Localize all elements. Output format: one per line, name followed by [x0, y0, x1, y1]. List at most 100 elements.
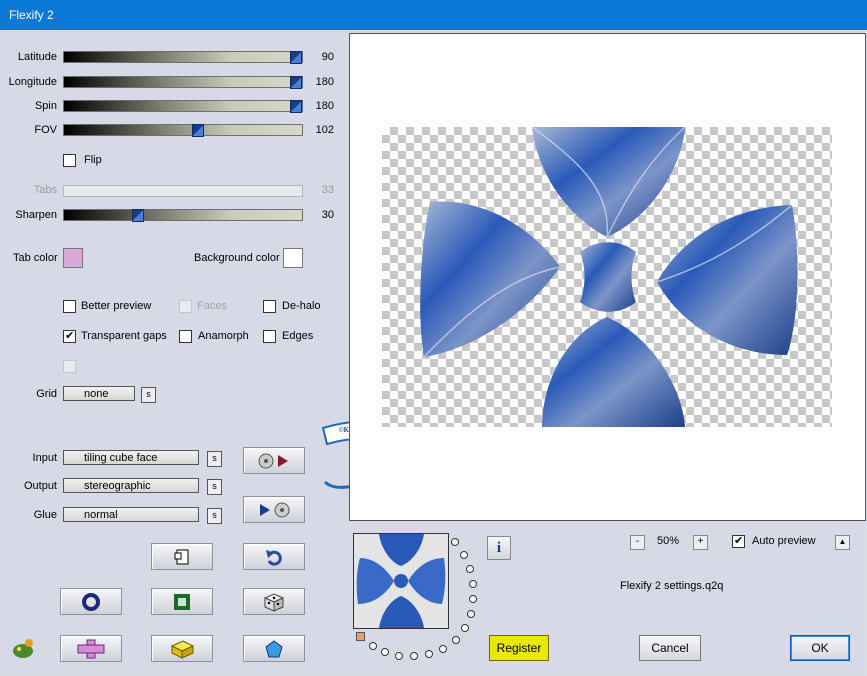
de-halo-checkbox[interactable]	[263, 300, 276, 313]
copy-button[interactable]	[151, 543, 213, 570]
zoom-out-button[interactable]: -	[630, 535, 645, 550]
sharpen-value: 30	[321, 209, 334, 221]
output-label: Output	[23, 480, 57, 492]
navigator-thumbnail[interactable]	[353, 533, 449, 629]
navigator-dot[interactable]	[410, 652, 418, 660]
latitude-slider-thumb[interactable]	[290, 51, 302, 64]
auto-preview-checkbox[interactable]	[732, 534, 745, 548]
cancel-button[interactable]: Cancel	[639, 635, 701, 661]
navigator-dot[interactable]	[461, 624, 469, 632]
grid-select[interactable]: none	[63, 386, 135, 401]
transparent-gaps-checkbox[interactable]	[63, 329, 76, 343]
info-button[interactable]: i	[487, 536, 511, 560]
navigator-dot[interactable]	[425, 650, 433, 658]
pentagon-icon	[265, 639, 283, 657]
settings-filename: Flexify 2 settings.q2q	[620, 580, 724, 592]
better-preview-label: Better preview	[81, 300, 152, 312]
window-title: Flexify 2	[9, 8, 54, 22]
longitude-value: 180	[315, 76, 334, 88]
navigator-image	[354, 534, 448, 628]
navigator-dot[interactable]	[395, 652, 403, 660]
edges-label: Edges	[282, 330, 314, 342]
fov-slider[interactable]	[63, 124, 303, 137]
cube-icon	[170, 639, 195, 659]
save-preset-button[interactable]	[243, 496, 305, 523]
navigator-dot[interactable]	[439, 645, 447, 653]
latitude-value: 90	[321, 51, 334, 63]
undo-button[interactable]	[243, 543, 305, 570]
load-preset-button[interactable]	[243, 447, 305, 474]
random-button[interactable]	[243, 588, 305, 615]
undo-icon	[266, 549, 282, 566]
sharpen-slider-thumb[interactable]	[132, 209, 144, 222]
grid-s-button[interactable]: s	[141, 387, 156, 403]
anamorph-checkbox[interactable]	[179, 330, 192, 343]
transparent-gaps-label: Transparent gaps	[81, 330, 167, 342]
tab-color-label: Tab color	[13, 252, 58, 264]
navigator-dot[interactable]	[381, 648, 389, 656]
latitude-slider[interactable]	[63, 51, 303, 64]
window-titlebar: Flexify 2	[0, 0, 867, 30]
fov-label: FOV	[34, 124, 57, 136]
tab-color-swatch[interactable]	[63, 248, 83, 268]
glue-s-button[interactable]: s	[207, 508, 222, 524]
spin-slider-thumb[interactable]	[290, 100, 302, 113]
pentagon-button[interactable]	[243, 635, 305, 662]
sharpen-slider[interactable]	[63, 209, 303, 222]
play-to-disk-icon	[260, 502, 290, 517]
flip-checkbox[interactable]	[63, 154, 76, 167]
flip-label: Flip	[84, 154, 102, 166]
fov-slider-thumb[interactable]	[192, 124, 204, 137]
cross-button[interactable]	[60, 635, 122, 662]
navigator-dot[interactable]	[452, 636, 460, 644]
copy-icon	[174, 549, 189, 564]
navigator-dot[interactable]	[469, 580, 477, 588]
longitude-label: Longitude	[8, 76, 57, 88]
glue-select[interactable]: normal	[63, 507, 199, 522]
ring-button[interactable]	[60, 588, 122, 615]
faces-label: Faces	[197, 300, 227, 312]
input-select[interactable]: tiling cube face	[63, 450, 199, 465]
cube-button[interactable]	[151, 635, 213, 662]
edges-checkbox[interactable]	[263, 330, 276, 343]
navigator-dot[interactable]	[369, 642, 377, 650]
cross-icon	[77, 639, 105, 658]
latitude-label: Latitude	[17, 51, 57, 63]
spin-label: Spin	[34, 100, 57, 112]
tabs-slider	[63, 185, 303, 197]
ring-icon	[82, 592, 100, 611]
better-preview-checkbox[interactable]	[63, 300, 76, 313]
navigator-dot[interactable]	[467, 610, 475, 618]
longitude-slider-thumb[interactable]	[290, 76, 302, 89]
fov-value: 102	[315, 124, 334, 136]
de-halo-label: De-halo	[282, 300, 321, 312]
background-color-label: Background color	[194, 252, 280, 264]
tabs-value: 33	[321, 184, 334, 196]
output-s-button[interactable]: s	[207, 479, 222, 495]
longitude-slider[interactable]	[63, 76, 303, 89]
output-select[interactable]: stereographic	[63, 478, 199, 493]
auto-preview-label: Auto preview	[752, 535, 816, 547]
spin-value: 180	[315, 100, 334, 112]
input-label: Input	[32, 452, 57, 464]
frame-button[interactable]	[151, 588, 213, 615]
preview-canvas[interactable]	[349, 33, 866, 521]
zoom-in-button[interactable]: +	[693, 535, 708, 550]
navigator-dot[interactable]	[460, 551, 468, 559]
navigator-dot[interactable]	[451, 538, 459, 546]
anamorph-label: Anamorph	[198, 330, 249, 342]
navigator-corner-handle[interactable]	[356, 632, 365, 641]
frame-icon	[174, 593, 190, 610]
flexify-render-image	[420, 126, 798, 427]
register-button[interactable]: Register	[489, 635, 549, 661]
spin-slider[interactable]	[63, 100, 303, 113]
glue-label: Glue	[33, 509, 57, 521]
background-color-swatch[interactable]	[283, 248, 303, 268]
auto-preview-arrow-button[interactable]: ▲	[835, 535, 850, 550]
disk-to-play-icon	[258, 453, 288, 468]
navigator-dot[interactable]	[466, 565, 474, 573]
ok-button[interactable]: OK	[790, 635, 850, 661]
dice-icon	[263, 592, 285, 612]
input-s-button[interactable]: s	[207, 451, 222, 467]
navigator-dot[interactable]	[469, 595, 477, 603]
